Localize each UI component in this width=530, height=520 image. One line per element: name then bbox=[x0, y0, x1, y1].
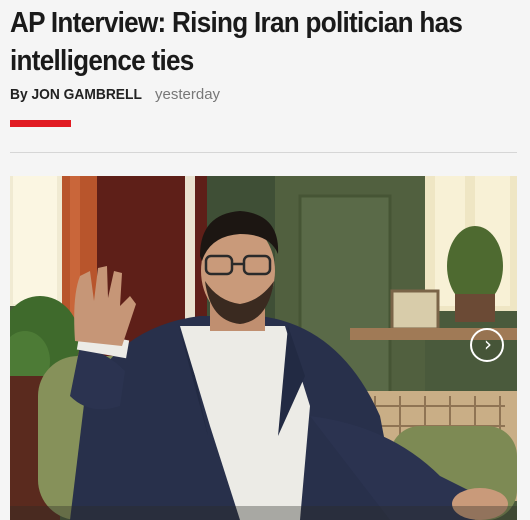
article-timestamp: yesterday bbox=[155, 86, 221, 103]
article-byline: By JON GAMBRELL bbox=[10, 86, 142, 103]
accent-bar bbox=[10, 120, 71, 127]
article-photo: › bbox=[10, 176, 517, 520]
article-headline: AP Interview: Rising Iran politician has… bbox=[10, 7, 463, 77]
divider bbox=[10, 152, 517, 153]
chevron-right-icon: › bbox=[484, 332, 492, 356]
photo-illustration bbox=[10, 176, 517, 520]
gallery-next-button[interactable]: › bbox=[470, 328, 504, 362]
